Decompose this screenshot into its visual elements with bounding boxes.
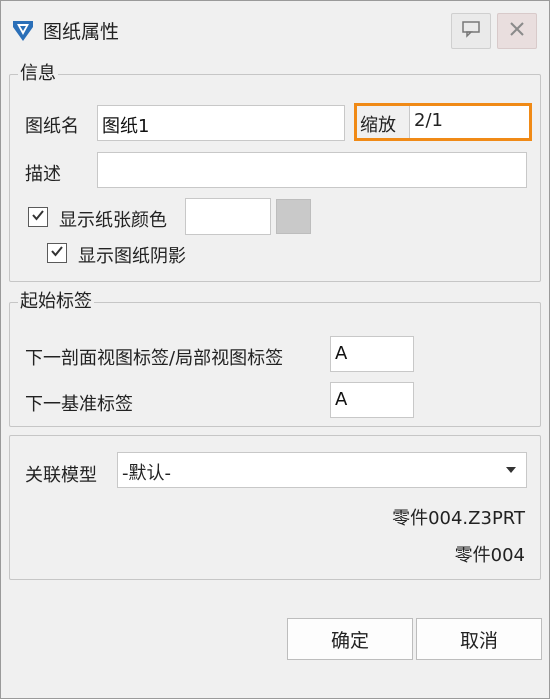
next-section-input[interactable]: A — [330, 336, 414, 372]
cancel-button[interactable]: 取消 — [416, 618, 542, 660]
close-icon — [508, 20, 526, 43]
show-shadow-label: 显示图纸阴影 — [78, 246, 186, 267]
start-label-group-legend: 起始标签 — [20, 291, 92, 312]
window-title: 图纸属性 — [43, 21, 120, 43]
next-datum-input[interactable]: A — [330, 382, 414, 418]
show-paper-color-checkbox[interactable] — [28, 207, 48, 227]
linked-model-label: 关联模型 — [25, 465, 97, 486]
description-label: 描述 — [25, 164, 61, 185]
paper-color-swatch[interactable] — [185, 198, 271, 235]
model-part-name: 零件004 — [454, 545, 525, 566]
scale-label: 缩放 — [360, 115, 396, 136]
show-shadow-checkbox[interactable] — [47, 243, 67, 263]
speech-bubble-icon — [461, 20, 481, 43]
feedback-button[interactable] — [451, 13, 491, 49]
model-file-name: 零件004.Z3PRT — [392, 508, 525, 529]
info-group-legend: 信息 — [20, 63, 56, 84]
drawing-name-label: 图纸名 — [25, 116, 79, 137]
checkmark-icon — [49, 243, 65, 264]
next-section-label: 下一剖面视图标签/局部视图标签 — [25, 348, 284, 369]
title-bar: 图纸属性 — [1, 1, 549, 59]
close-button[interactable] — [497, 13, 537, 49]
app-logo-icon — [9, 17, 37, 45]
scale-input[interactable]: 2/1 — [409, 106, 529, 138]
scale-field-group: 缩放 2/1 — [354, 103, 532, 141]
chevron-down-icon — [506, 467, 516, 473]
show-paper-color-label: 显示纸张颜色 — [59, 210, 167, 231]
description-input[interactable] — [97, 152, 527, 188]
linked-model-value: -默认- — [122, 463, 171, 484]
color-picker-button[interactable] — [276, 199, 311, 234]
drawing-name-input[interactable]: 图纸1 — [97, 105, 345, 141]
checkmark-icon — [30, 207, 46, 228]
ok-button[interactable]: 确定 — [287, 618, 413, 660]
linked-model-select[interactable]: -默认- — [117, 452, 527, 488]
next-datum-label: 下一基准标签 — [25, 394, 133, 415]
drawing-properties-dialog: 图纸属性 信息 图纸名 图纸1 缩放 2/1 描述 显示纸张颜色 显示图纸阴影 … — [0, 0, 550, 699]
